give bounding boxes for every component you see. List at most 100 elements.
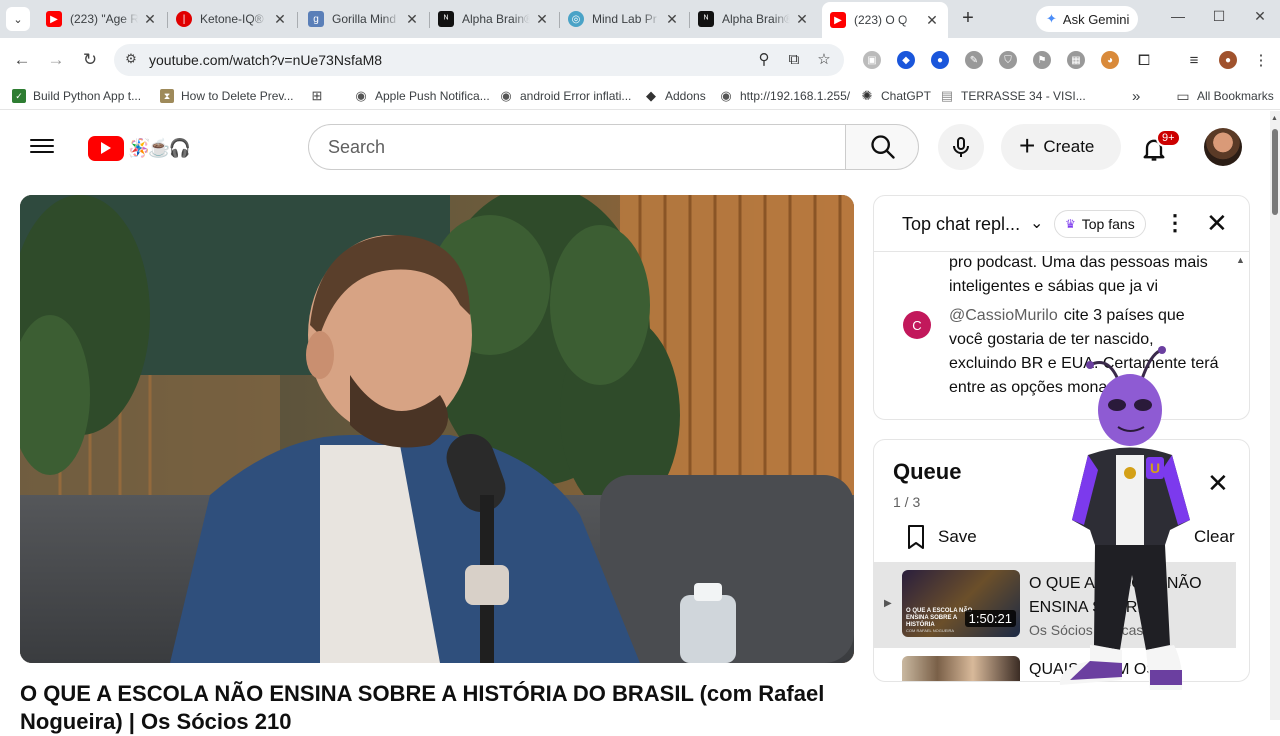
search-button[interactable] [845, 124, 919, 170]
chat-author-avatar[interactable]: C [903, 311, 931, 339]
site-settings-icon[interactable]: ⚙ [122, 51, 140, 69]
page-scrollbar[interactable]: ▲ [1270, 111, 1280, 720]
minimize-window-icon[interactable]: — [1168, 8, 1188, 24]
address-bar[interactable]: ⚙ youtube.com/watch?v=nUe73NsfaM8 ⚲ ⧉ ☆ [114, 44, 844, 76]
new-tab-button[interactable]: + [956, 7, 980, 31]
bookmark-item[interactable]: ◉ android Error inflati... [499, 87, 631, 105]
bookmark-star-icon[interactable]: ☆ [814, 50, 834, 70]
video-frame [20, 195, 854, 663]
bookmark-item[interactable]: ⧗ How to Delete Prev... [160, 87, 294, 105]
chat-header: Top chat repl... ⌄ ♛ Top fans ⋮ ✕ [874, 196, 1249, 252]
voice-search-button[interactable] [938, 124, 984, 170]
tab-close-icon[interactable]: ✕ [272, 11, 288, 28]
bookmark-label: TERRASSE 34 - VISI... [961, 89, 1086, 103]
clear-queue-button[interactable]: Clear [1194, 527, 1235, 547]
bookmark-label: How to Delete Prev... [181, 89, 294, 103]
notifications-button[interactable]: 9+ [1138, 129, 1181, 163]
globe-favicon-icon: ◉ [499, 88, 513, 103]
url-text[interactable]: youtube.com/watch?v=nUe73NsfaM8 [149, 52, 382, 68]
profile-avatar-icon[interactable]: ● [1219, 51, 1237, 69]
youtube-play-icon [88, 135, 124, 161]
user-avatar[interactable] [1204, 128, 1242, 166]
folder-icon: ▭ [1176, 87, 1190, 104]
bookmark-label: http://192.168.1.255/ [740, 89, 851, 103]
bookmark-label: android Error inflati... [520, 89, 632, 103]
browser-tab[interactable]: ▶ (223) "Age R ✕ [38, 4, 166, 34]
video-player[interactable] [20, 195, 854, 663]
scroll-up-arrow-icon[interactable]: ▲ [1271, 115, 1278, 122]
tab-close-icon[interactable]: ✕ [794, 11, 810, 28]
bookmark-item[interactable]: ✺ ChatGPT [860, 87, 931, 105]
browser-tab[interactable]: ᴺ Alpha Brain® ✕ [430, 4, 558, 34]
close-queue-icon[interactable]: ✕ [1207, 470, 1229, 496]
extension-icon[interactable]: ✎ [965, 51, 983, 69]
create-button[interactable]: + Create [1001, 124, 1121, 170]
back-arrow-icon[interactable]: ← [10, 48, 34, 72]
chat-author-name[interactable]: @CassioMurilo [949, 307, 1058, 324]
forward-arrow-icon[interactable]: → [44, 48, 68, 72]
tab-close-icon[interactable]: ✕ [142, 11, 158, 28]
tab-close-icon[interactable]: ✕ [924, 12, 940, 29]
youtube-favicon-icon: ▶ [46, 11, 62, 27]
jacket-letter: U [1150, 460, 1160, 476]
search-placeholder: Search [328, 137, 386, 157]
youtube-doodle-icon: 🪅☕🎧 [128, 137, 191, 158]
bookmark-item[interactable]: ✓ Build Python App t... [12, 87, 141, 105]
all-bookmarks-button[interactable]: ▭ All Bookmarks [1176, 87, 1274, 105]
install-app-icon[interactable]: ⧉ [784, 50, 804, 70]
extension-icon[interactable]: ● [931, 51, 949, 69]
create-label: Create [1043, 137, 1095, 156]
browser-tab[interactable]: g Gorilla Mind ✕ [300, 4, 428, 34]
opera-favicon-icon: | [176, 11, 192, 27]
now-playing-icon: ▶ [884, 598, 892, 609]
reading-list-icon[interactable]: ≡ [1185, 51, 1203, 69]
bookmark-item[interactable]: ⊞ [310, 87, 331, 105]
chevron-down-icon[interactable]: ⌄ [1030, 213, 1043, 233]
tab-search-chevron-icon[interactable]: ⌄ [6, 7, 30, 31]
ask-gemini-button[interactable]: ✦ Ask Gemini [1036, 6, 1138, 32]
hamburger-menu-icon[interactable] [30, 135, 54, 159]
bookmark-item[interactable]: ◉ Apple Push Notifica... [354, 87, 490, 105]
maximize-window-icon[interactable]: ☐ [1209, 8, 1229, 25]
browser-tab[interactable]: ◎ Mind Lab Pr ✕ [560, 4, 688, 34]
save-queue-button[interactable]: Save [904, 524, 977, 550]
browser-tab[interactable]: ᴺ Alpha Brain® ✕ [690, 4, 818, 34]
shield-extension-icon[interactable]: ◆ [897, 51, 915, 69]
extension-icon[interactable]: ▣ [863, 51, 881, 69]
zoom-icon[interactable]: ⚲ [754, 50, 774, 70]
scrollbar-thumb[interactable] [1272, 129, 1278, 215]
youtube-logo[interactable]: 🪅☕🎧 [88, 133, 191, 163]
browser-menu-icon[interactable]: ⋮ [1252, 51, 1270, 69]
tab-close-icon[interactable]: ✕ [534, 11, 550, 28]
search-input[interactable]: Search [308, 124, 845, 170]
tab-separator [297, 12, 298, 28]
top-fans-chip[interactable]: ♛ Top fans [1054, 210, 1146, 238]
bookmark-item[interactable]: ▤ TERRASSE 34 - VISI... [940, 87, 1086, 105]
duration-badge: 1:50:21 [964, 610, 1016, 627]
chat-mode-label[interactable]: Top chat repl... [902, 214, 1020, 235]
tab-close-icon[interactable]: ✕ [404, 11, 420, 28]
document-favicon-icon: ▤ [940, 88, 954, 103]
more-options-icon[interactable]: ⋮ [1164, 210, 1186, 236]
bookmark-item[interactable]: ◉ http://192.168.1.255/ [719, 87, 850, 105]
reload-icon[interactable]: ↻ [78, 48, 102, 72]
extension-icon[interactable]: ⛉ [999, 51, 1017, 69]
extension-icon[interactable]: ◕ [1101, 51, 1119, 69]
bookmark-item[interactable]: ◆ Addons [644, 87, 706, 105]
globe-favicon-icon: ◉ [719, 88, 733, 103]
tab-close-icon[interactable]: ✕ [664, 11, 680, 28]
close-chat-icon[interactable]: ✕ [1206, 210, 1228, 236]
scroll-up-icon[interactable]: ▲ [1236, 255, 1245, 265]
extension-icon[interactable]: ▦ [1067, 51, 1085, 69]
bookmark-label: ChatGPT [881, 89, 932, 103]
queue-item-thumbnail[interactable]: O QUE A ESCOLA NÃO ENSINA SOBRE A HISTÓR… [902, 570, 1020, 637]
more-bookmarks-chevron-icon[interactable]: » [1132, 87, 1140, 105]
browser-tab[interactable]: | Ketone-IQ® ✕ [168, 4, 296, 34]
queue-item-thumbnail[interactable] [902, 656, 1020, 681]
extension-icon[interactable]: ⚑ [1033, 51, 1051, 69]
browser-tab-active[interactable]: ▶ (223) O Q ✕ [822, 2, 948, 38]
mascot-character-overlay: U [1050, 345, 1200, 710]
extensions-puzzle-icon[interactable]: ⧠ [1135, 51, 1153, 69]
tab-label: (223) O Q [854, 13, 908, 27]
close-window-icon[interactable]: ✕ [1250, 8, 1270, 25]
